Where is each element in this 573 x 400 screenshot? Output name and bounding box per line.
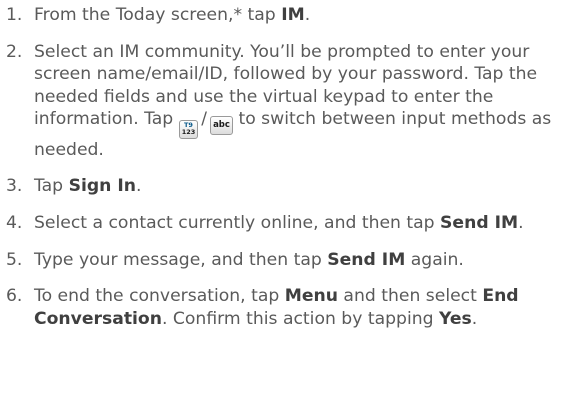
step-text: Select a contact currently online, and t…	[34, 213, 524, 234]
step-5: 5. Type your message, and then tap Send …	[6, 249, 566, 272]
step-text: Type your message, and then tap Send IM …	[34, 249, 464, 270]
bold-term-yes: Yes	[439, 308, 472, 329]
step-text: Select an IM community. You’ll be prompt…	[34, 41, 552, 160]
step-2: 2. Select an IM community. You’ll be pro…	[6, 41, 566, 162]
step-text: From the Today screen,* tap IM.	[34, 5, 311, 25]
bold-term-im: IM	[281, 5, 305, 25]
t9-keypad-icon: T9 123	[178, 119, 199, 139]
step-number: 2.	[6, 41, 23, 62]
step-1: 1. From the Today screen,* tap IM.	[6, 4, 566, 27]
step-text: Tap Sign In.	[34, 176, 142, 197]
step-number: 3.	[6, 176, 23, 197]
bold-term-sign-in: Sign In	[68, 176, 136, 197]
bold-term-menu: Menu	[284, 286, 338, 307]
instruction-list: 1. From the Today screen,* tap IM. 2. Se…	[6, 4, 566, 344]
abc-keypad-icon: abc	[210, 116, 233, 136]
step-text: To end the conversation, tap Menu and th…	[34, 286, 519, 329]
step-number: 4.	[6, 213, 23, 234]
step-6: 6. To end the conversation, tap Menu and…	[6, 285, 566, 330]
step-number: 5.	[6, 249, 23, 270]
bold-term-send-im: Send IM	[327, 249, 406, 270]
step-number: 6.	[6, 286, 23, 307]
bold-term-send-im: Send IM	[440, 213, 519, 234]
step-number: 1.	[6, 5, 23, 25]
step-4: 4. Select a contact currently online, an…	[6, 212, 566, 235]
separator: /	[201, 109, 207, 130]
step-3: 3. Tap Sign In.	[6, 175, 566, 198]
